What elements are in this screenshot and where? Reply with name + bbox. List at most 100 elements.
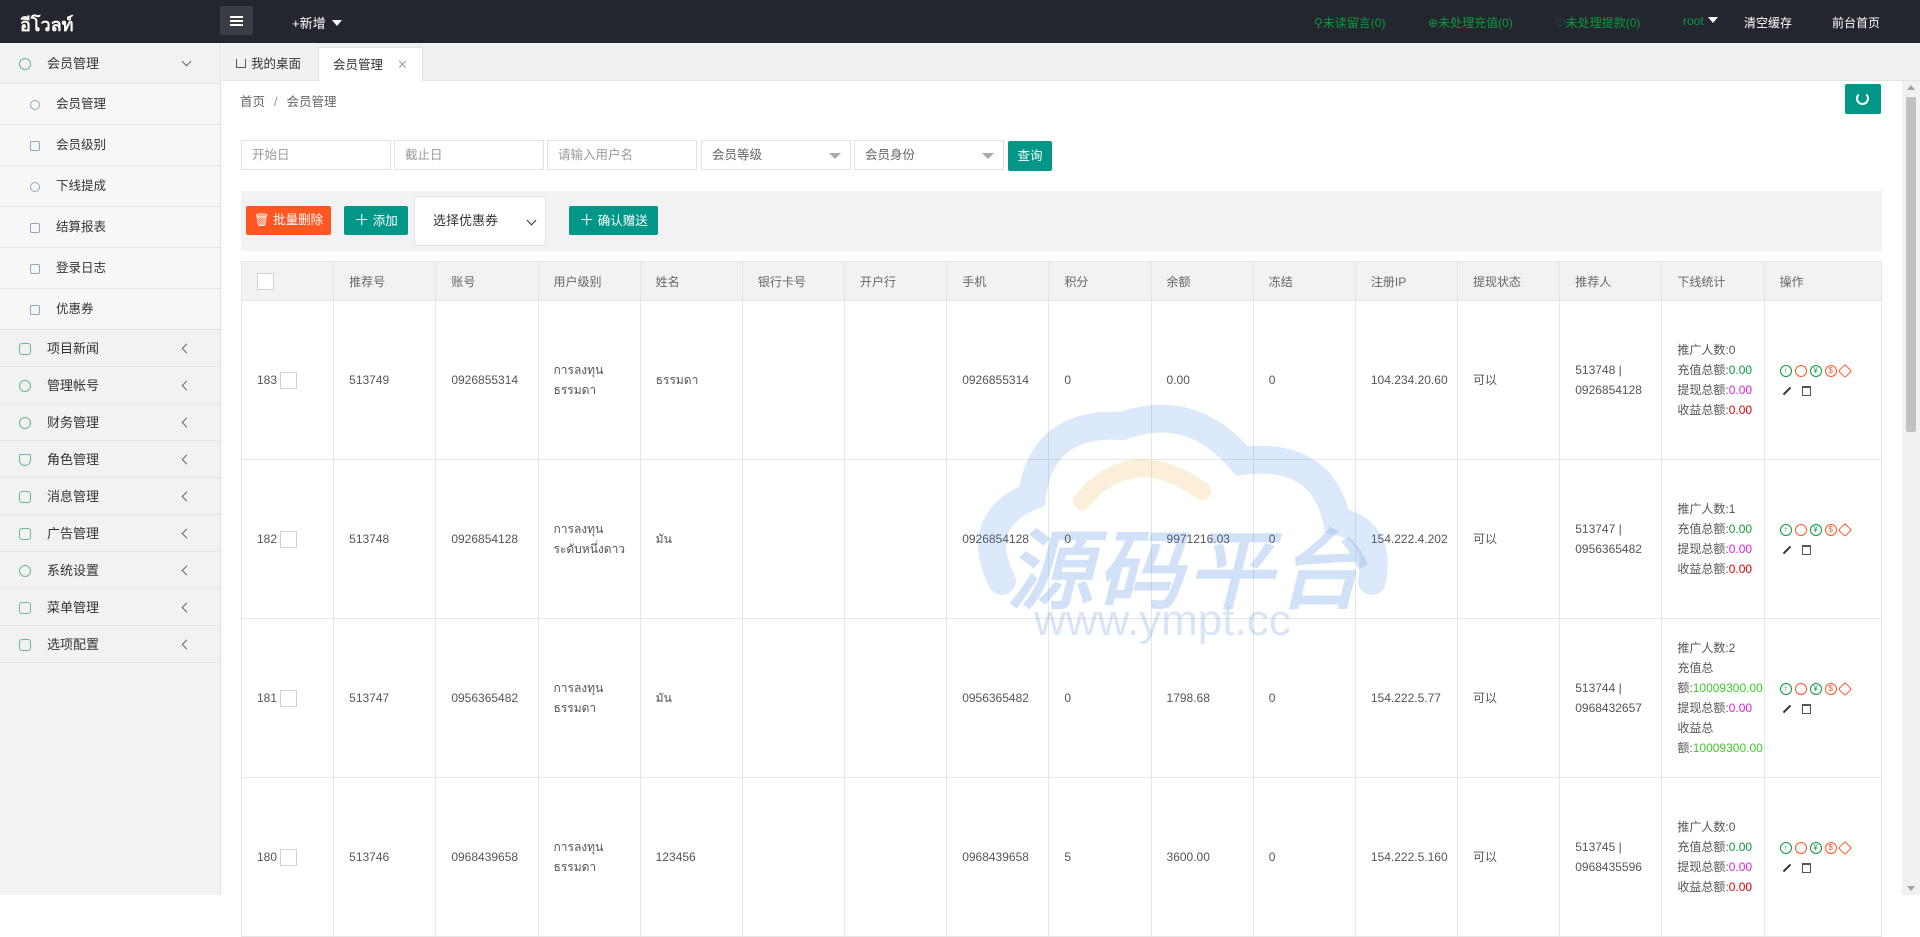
sidebar-item-coupons[interactable]: 优惠券 (0, 289, 220, 330)
upgrade-icon[interactable]: ↑ (1779, 682, 1792, 695)
row-checkbox[interactable] (280, 849, 298, 867)
column-header: 下线统计 (1661, 261, 1765, 301)
recharge-total: 充值总额:0.00 (1677, 522, 1753, 536)
cell-phone: 0926854128 (946, 459, 1050, 619)
clear-cache-button[interactable]: 清空缓存 (1744, 14, 1792, 31)
cell-withdraw: 可以 (1457, 777, 1561, 937)
cell-ip: 154.222.5.77 (1354, 618, 1459, 778)
row-checkbox[interactable] (280, 531, 298, 549)
frontend-home-link[interactable]: 前台首页 (1832, 14, 1880, 31)
sidebar-group-project-news[interactable]: 项目新闻 (0, 330, 220, 367)
tag-icon[interactable] (1837, 840, 1852, 855)
row-checkbox[interactable] (280, 690, 298, 708)
tab-member-management[interactable]: 会员管理 ✕ (318, 47, 423, 81)
sidebar-group-admin-accounts[interactable]: 管理帐号 (0, 367, 220, 404)
upgrade-icon[interactable]: ↑ (1779, 523, 1792, 536)
sidebar-group-member-management[interactable]: 会员管理 (0, 43, 220, 84)
row-checkbox[interactable] (280, 372, 298, 390)
trash-icon[interactable] (1801, 862, 1811, 873)
search-icon[interactable] (1794, 841, 1807, 854)
username-input[interactable]: 请输入用户名 (547, 140, 697, 170)
chevron-left-icon (181, 565, 192, 576)
unprocessed-withdraw-link[interactable]: ♡未处理提款(0) (1555, 14, 1640, 31)
start-date-input[interactable]: 开始日 (241, 140, 391, 170)
vertical-scrollbar[interactable] (1902, 81, 1920, 895)
caret-down-icon (982, 153, 994, 159)
image-icon (19, 528, 31, 540)
column-header: 积分 (1048, 261, 1152, 301)
close-icon[interactable]: ✕ (397, 57, 408, 72)
cell-level: การลงทุนธรรมดา (537, 618, 641, 778)
dollar-icon[interactable]: $ (1824, 364, 1837, 377)
sidebar-item-login-log[interactable]: 登录日志 (0, 248, 220, 289)
dollar-icon[interactable]: $ (1824, 841, 1837, 854)
trash-icon[interactable] (1801, 703, 1811, 714)
tab-my-desktop[interactable]: 我的桌面 (222, 47, 315, 81)
unread-messages-link[interactable]: ⚲未读留言(0) (1314, 14, 1385, 31)
tag-icon[interactable] (1837, 522, 1852, 537)
column-header: 冻结 (1252, 261, 1356, 301)
sidebar-group-menu-management[interactable]: 菜单管理 (0, 589, 220, 626)
yen-icon[interactable]: ¥ (1809, 523, 1822, 536)
edit-icon[interactable] (1782, 863, 1791, 873)
cell-account: 0926855314 (435, 300, 539, 460)
sidebar-group-roles[interactable]: 角色管理 (0, 441, 220, 478)
confirm-gift-button[interactable]: ＋ 确认赠送 (569, 206, 658, 235)
sidebar-item-settlement-report[interactable]: 结算报表 (0, 207, 220, 248)
menu-toggle-button[interactable] (220, 6, 253, 35)
sidebar-item-downline-commission[interactable]: 下线提成 (0, 166, 220, 207)
edit-icon[interactable] (1782, 386, 1791, 396)
yen-icon[interactable]: ¥ (1809, 682, 1822, 695)
promoter-count: 推广人数:0 (1677, 343, 1736, 357)
downline-stats-cell: 推广人数:0 充值总额:0.00 提现总额:0.00 收益总额:0.00 (1661, 300, 1765, 460)
tag-icon[interactable] (1837, 681, 1852, 696)
dollar-icon[interactable]: $ (1824, 682, 1837, 695)
sidebar-item-member-level[interactable]: 会员级别 (0, 125, 220, 166)
select-all-checkbox[interactable] (257, 272, 274, 290)
edit-icon[interactable] (1782, 704, 1791, 714)
add-button[interactable]: ＋ 添加 (344, 206, 408, 235)
sidebar-group-option-config[interactable]: 选项配置 (0, 626, 220, 663)
scroll-up-arrow-icon[interactable] (1907, 85, 1915, 90)
cell-bank (844, 777, 948, 937)
sidebar-group-label: 广告管理 (47, 526, 100, 541)
sidebar-group-system-settings[interactable]: 系统设置 (0, 552, 220, 589)
scroll-down-arrow-icon[interactable] (1907, 886, 1915, 891)
sidebar-item-member-management[interactable]: 会员管理 (0, 84, 220, 125)
user-menu[interactable]: root (1683, 14, 1718, 28)
table-row: 182 513748 0926854128 การลงทุนระดับหนึ่งดา… (240, 459, 1883, 619)
member-level-select[interactable]: 会员等级 (701, 140, 851, 170)
sidebar-group-finance[interactable]: 财务管理 (0, 404, 220, 441)
brand-logo[interactable]: อีโวลท์ (20, 10, 73, 39)
breadcrumb: 首页 / 会员管理 (240, 95, 337, 109)
member-identity-select[interactable]: 会员身份 (854, 140, 1004, 170)
unprocessed-recharge-link[interactable]: ⊕未处理充值(0) (1428, 14, 1513, 31)
cell-name: ธรรมดา (639, 300, 743, 460)
edit-icon[interactable] (1782, 545, 1791, 555)
query-button[interactable]: 查询 (1008, 141, 1052, 171)
upgrade-icon[interactable]: ↑ (1779, 841, 1792, 854)
search-icon[interactable] (1794, 364, 1807, 377)
operations-cell: ↑ ¥ $ (1763, 777, 1883, 937)
batch-delete-button[interactable]: 🗑 批量删除 (246, 206, 331, 235)
end-date-input[interactable]: 截止日 (394, 140, 544, 170)
search-icon[interactable] (1794, 523, 1807, 536)
cell-bank-card (741, 459, 846, 619)
tag-icon[interactable] (1837, 363, 1852, 378)
yen-icon[interactable]: ¥ (1809, 841, 1822, 854)
trash-icon[interactable] (1801, 385, 1811, 396)
sidebar-group-messages[interactable]: 消息管理 (0, 478, 220, 515)
refresh-button[interactable] (1845, 84, 1881, 114)
new-dropdown[interactable]: +新增 (292, 13, 342, 32)
search-icon[interactable] (1794, 682, 1807, 695)
sidebar-group-label: 管理帐号 (47, 378, 100, 393)
upgrade-icon[interactable]: ↑ (1779, 364, 1792, 377)
scrollbar-thumb[interactable] (1906, 97, 1916, 432)
coupon-select[interactable]: 选择优惠券 (414, 196, 546, 246)
dollar-icon[interactable]: $ (1824, 523, 1837, 536)
breadcrumb-home[interactable]: 首页 (240, 95, 265, 109)
sidebar-group-ads[interactable]: 广告管理 (0, 515, 220, 552)
cell-account: 0968439658 (435, 777, 539, 937)
yen-icon[interactable]: ¥ (1809, 364, 1822, 377)
trash-icon[interactable] (1801, 544, 1811, 555)
